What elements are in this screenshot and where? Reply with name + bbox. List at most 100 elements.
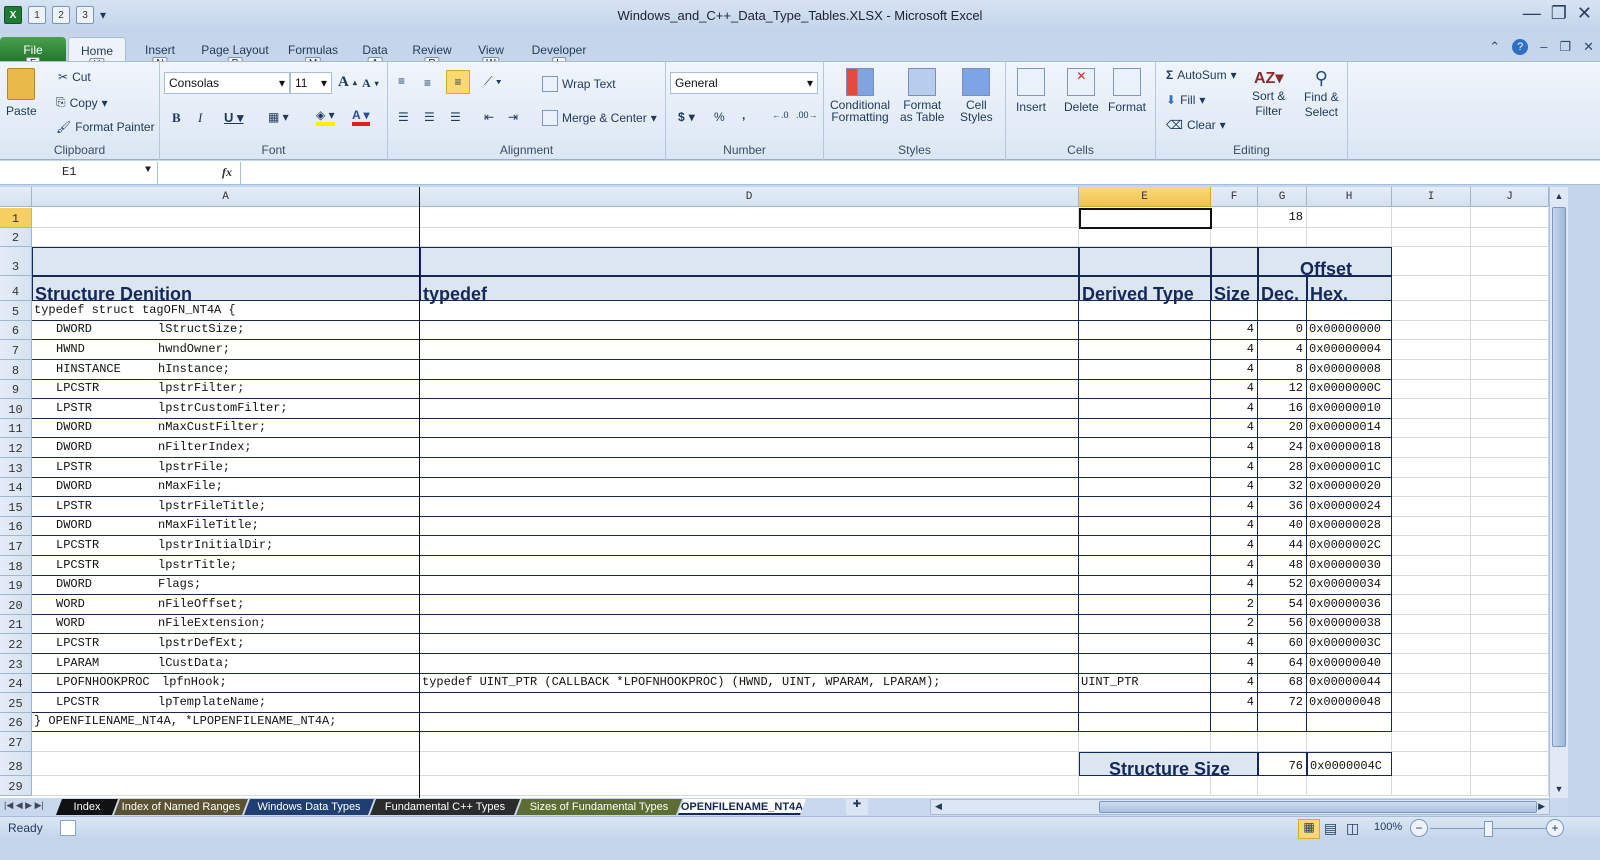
sheet-tab[interactable]: Index — [56, 799, 118, 815]
grid-cell[interactable] — [1392, 340, 1471, 360]
grid-cell[interactable] — [1307, 208, 1392, 228]
horizontal-scroll-thumb[interactable] — [1099, 801, 1537, 813]
offset-dec-cell[interactable]: 0 — [1258, 320, 1307, 341]
row-header-19[interactable]: 19 — [0, 575, 32, 596]
offset-dec-cell[interactable]: 64 — [1258, 654, 1307, 674]
normal-view-icon[interactable]: ▦ — [1298, 819, 1320, 839]
grid-cell[interactable] — [1471, 360, 1549, 380]
grid-cell[interactable] — [1392, 752, 1471, 776]
typedef-cell[interactable] — [420, 595, 1079, 615]
size-cell[interactable]: 4 — [1211, 320, 1258, 341]
sheet-tab[interactable]: Windows Data Types — [244, 799, 374, 815]
format-cells-button[interactable]: Format — [1108, 68, 1146, 114]
grid-cell[interactable] — [1211, 208, 1258, 228]
vertical-scrollbar[interactable]: ▲ ▼ — [1549, 187, 1568, 798]
offset-dec-cell[interactable]: 72 — [1258, 693, 1307, 713]
offset-hex-cell[interactable]: 0x0000002C — [1307, 536, 1392, 556]
structure-size-dec[interactable]: 76 — [1258, 752, 1307, 776]
size-cell[interactable]: 4 — [1211, 575, 1258, 596]
derived-type-cell[interactable] — [1079, 360, 1211, 380]
decrease-decimal-icon[interactable]: .00→ — [796, 110, 818, 120]
align-center-icon[interactable]: ☰ — [424, 110, 435, 124]
increase-decimal-icon[interactable]: ←.0 — [772, 110, 789, 120]
offset-hex-cell[interactable]: 0x0000000C — [1307, 379, 1392, 400]
align-right-icon[interactable]: ☰ — [450, 110, 461, 124]
vertical-scroll-thumb[interactable] — [1552, 207, 1566, 747]
size-cell[interactable]: 2 — [1211, 614, 1258, 635]
offset-hex-cell[interactable]: 0x00000000 — [1307, 320, 1392, 341]
grid-cell[interactable] — [1471, 654, 1549, 674]
grid-cell[interactable] — [420, 208, 1079, 228]
typedef-cell[interactable] — [420, 634, 1079, 654]
derived-type-cell[interactable] — [1079, 438, 1211, 458]
find-select-button[interactable]: ⚲ Find & Select — [1304, 68, 1339, 119]
offset-dec-cell[interactable]: 16 — [1258, 399, 1307, 419]
currency-button[interactable]: $ ▾ — [678, 110, 695, 124]
typedef-cell[interactable] — [420, 477, 1079, 498]
typedef-cell[interactable] — [420, 340, 1079, 360]
offset-hex-cell[interactable]: 0x00000036 — [1307, 595, 1392, 615]
comma-button[interactable]: , — [742, 108, 745, 122]
typedef-cell[interactable] — [420, 458, 1079, 478]
help-icon[interactable]: ? — [1512, 39, 1529, 55]
grid-cell[interactable] — [1471, 516, 1549, 537]
grid-cell[interactable] — [1471, 458, 1549, 478]
sheet-tab[interactable]: Fundamental C++ Types — [370, 799, 520, 815]
row-header-5[interactable]: 5 — [0, 301, 32, 321]
column-header-d[interactable]: D — [420, 187, 1079, 207]
row-header-3[interactable]: 3 — [0, 247, 32, 277]
underline-icon[interactable]: U ▾ — [224, 110, 244, 126]
increase-indent-icon[interactable]: ⇥ — [508, 110, 518, 124]
header-cell[interactable] — [1079, 247, 1211, 277]
insert-function-icon[interactable]: fx — [222, 165, 232, 180]
page-layout-view-icon[interactable]: ▤ — [1324, 820, 1337, 837]
grid-cell[interactable] — [1471, 536, 1549, 556]
grid-cell[interactable] — [1471, 340, 1549, 360]
field-row[interactable]: LPCSTR lpstrInitialDir; — [32, 536, 420, 556]
sort-filter-button[interactable]: AZ▾ Sort & Filter — [1252, 68, 1285, 118]
grid-cell[interactable] — [1471, 418, 1549, 439]
size-cell[interactable]: 2 — [1211, 595, 1258, 615]
align-top-icon[interactable]: ≡ — [398, 74, 405, 88]
grid-cell[interactable] — [1471, 227, 1549, 248]
field-row[interactable]: LPCSTR lpstrFilter; — [32, 379, 420, 400]
typedef-cell[interactable] — [420, 693, 1079, 713]
grid-cell[interactable] — [1392, 418, 1471, 439]
tab-data[interactable]: DataA — [358, 37, 392, 70]
offset-hex-cell[interactable]: 0x0000001C — [1307, 458, 1392, 478]
row-header-13[interactable]: 13 — [0, 458, 32, 478]
grid-cell[interactable] — [1471, 320, 1549, 341]
grid-cell[interactable] — [32, 752, 420, 776]
clear-button[interactable]: ⌫ Clear ▾ — [1166, 118, 1226, 132]
grid-cell[interactable] — [1471, 477, 1549, 498]
row-header-16[interactable]: 16 — [0, 516, 32, 537]
derived-type-cell[interactable] — [1079, 614, 1211, 635]
header-derived-type[interactable]: Derived Type — [1079, 276, 1211, 304]
select-all-corner[interactable] — [0, 187, 32, 207]
grid-cell[interactable] — [1471, 776, 1549, 796]
grid-cell[interactable] — [1392, 438, 1471, 458]
cell-g1[interactable]: 18 — [1258, 208, 1307, 228]
row-header-15[interactable]: 15 — [0, 497, 32, 517]
header-cell[interactable] — [1211, 247, 1258, 277]
grid-cell[interactable] — [1307, 227, 1392, 248]
workbook-minimize-icon[interactable]: – — [1540, 39, 1547, 55]
grid-cell[interactable] — [1471, 732, 1549, 752]
derived-type-cell[interactable]: UINT_PTR — [1079, 673, 1211, 694]
field-row[interactable]: WORD nFileOffset; — [32, 595, 420, 615]
header-hex[interactable]: Hex. — [1307, 276, 1392, 304]
derived-type-cell[interactable] — [1079, 556, 1211, 576]
offset-hex-cell[interactable]: 0x00000018 — [1307, 438, 1392, 458]
offset-hex-cell[interactable]: 0x00000014 — [1307, 418, 1392, 439]
grid-cell[interactable] — [1392, 379, 1471, 400]
offset-dec-cell[interactable]: 44 — [1258, 536, 1307, 556]
size-cell[interactable]: 4 — [1211, 654, 1258, 674]
offset-dec-cell[interactable]: 24 — [1258, 438, 1307, 458]
grid-cell[interactable] — [1392, 247, 1471, 277]
offset-hex-cell[interactable]: 0x00000038 — [1307, 614, 1392, 635]
wrap-text-button[interactable]: Wrap Text — [542, 76, 616, 92]
table-cell[interactable] — [1079, 301, 1211, 321]
grid-cell[interactable] — [1079, 227, 1211, 248]
grid-cell[interactable] — [1392, 732, 1471, 752]
column-header-f[interactable]: F — [1211, 187, 1258, 207]
